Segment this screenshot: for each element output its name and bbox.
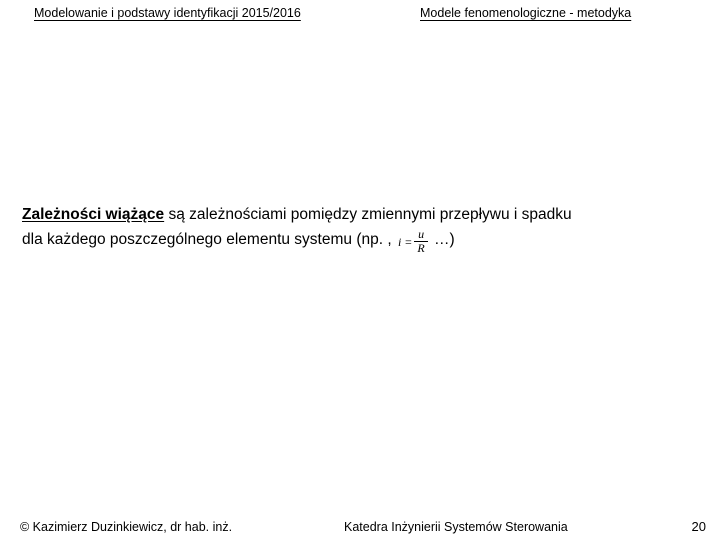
formula-denominator: R xyxy=(414,242,427,255)
footer-department: Katedra Inżynierii Systemów Sterowania xyxy=(344,520,568,534)
formula-lhs: i = xyxy=(398,236,412,248)
line2-post: …) xyxy=(430,231,455,248)
header-right-title: Modele fenomenologiczne - metodyka xyxy=(420,6,631,20)
body-paragraph: Zależności wiążące są zależnościami pomi… xyxy=(22,205,702,253)
page-number: 20 xyxy=(692,519,706,534)
slide: Modelowanie i podstawy identyfikacji 201… xyxy=(0,0,720,540)
line1-rest: są zależnościami pomiędzy zmiennymi prze… xyxy=(164,206,571,223)
formula-fraction: uR xyxy=(414,228,427,255)
lead-phrase: Zależności wiążące xyxy=(22,206,164,223)
footer-author: © Kazimierz Duzinkiewicz, dr hab. inż. xyxy=(20,520,232,534)
inline-formula: i =uR xyxy=(398,228,428,255)
formula-numerator: u xyxy=(414,228,427,242)
line2-pre: dla każdego poszczególnego elementu syst… xyxy=(22,231,396,248)
header: Modelowanie i podstawy identyfikacji 201… xyxy=(0,6,720,30)
footer: © Kazimierz Duzinkiewicz, dr hab. inż. K… xyxy=(0,514,720,534)
header-left-title: Modelowanie i podstawy identyfikacji 201… xyxy=(34,6,301,20)
